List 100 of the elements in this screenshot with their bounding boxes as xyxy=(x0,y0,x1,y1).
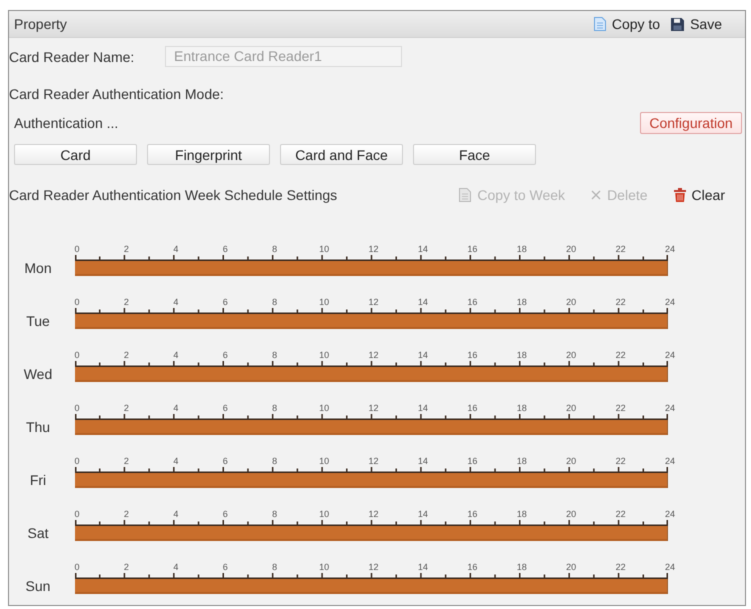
hour-label: 18 xyxy=(516,243,527,255)
hour-label: 12 xyxy=(368,508,378,520)
hour-label: 4 xyxy=(173,296,178,308)
hour-label: 2 xyxy=(124,561,129,573)
section-title: Card Reader Authentication Week Schedule Settings xyxy=(9,187,338,203)
hour-label: 4 xyxy=(173,455,178,467)
day-label: Mon xyxy=(23,260,53,276)
hour-label: 8 xyxy=(272,402,278,414)
mode-button[interactable]: Card xyxy=(14,144,137,165)
hour-label: 24 xyxy=(665,296,675,308)
hour-label: 10 xyxy=(319,349,330,361)
hour-label: 24 xyxy=(665,243,675,255)
mode-button[interactable]: Face xyxy=(413,144,536,165)
hour-label: 12 xyxy=(368,243,378,255)
hour-label: 16 xyxy=(467,561,478,573)
hour-label: 22 xyxy=(616,243,626,255)
hour-label: 10 xyxy=(319,561,330,573)
hour-label: 20 xyxy=(566,243,576,255)
hour-label: 0 xyxy=(74,349,80,361)
hour-label: 14 xyxy=(418,349,428,361)
save-button[interactable]: Save xyxy=(671,16,722,32)
hour-label: 8 xyxy=(272,508,278,520)
hour-label: 16 xyxy=(467,296,478,308)
hour-label: 22 xyxy=(616,455,626,467)
day-label: Fri xyxy=(28,472,48,488)
hour-label: 12 xyxy=(368,455,378,467)
hour-label: 14 xyxy=(418,296,428,308)
hour-label: 20 xyxy=(566,296,576,308)
hour-label: 6 xyxy=(222,561,228,573)
hour-label: 10 xyxy=(319,402,330,414)
day-label: Sat xyxy=(26,525,50,541)
configuration-button[interactable]: Configuration xyxy=(640,112,742,134)
hour-label: 4 xyxy=(173,402,178,414)
hour-label: 12 xyxy=(368,349,378,361)
hour-label: 24 xyxy=(665,349,675,361)
hour-label: 16 xyxy=(467,349,478,361)
hour-label: 8 xyxy=(272,296,278,308)
hour-label: 0 xyxy=(74,402,80,414)
hour-label: 22 xyxy=(616,508,626,520)
mode-button[interactable]: Fingerprint xyxy=(147,144,270,165)
hour-label: 6 xyxy=(222,296,228,308)
hour-label: 4 xyxy=(173,243,178,255)
hour-label: 20 xyxy=(566,508,576,520)
hour-label: 0 xyxy=(74,243,80,255)
hour-label: 2 xyxy=(124,508,129,520)
hour-label: 18 xyxy=(516,402,527,414)
day-label: Thu xyxy=(24,419,52,435)
section-label: Card Reader Authentication Mode: xyxy=(9,86,225,102)
hour-label: 24 xyxy=(665,508,675,520)
hour-label: 4 xyxy=(173,561,178,573)
hour-label: 10 xyxy=(319,243,330,255)
hour-label: 20 xyxy=(566,561,576,573)
hour-label: 14 xyxy=(418,455,428,467)
hour-label: 6 xyxy=(222,349,228,361)
hour-label: 10 xyxy=(319,296,330,308)
hour-label: 20 xyxy=(566,455,576,467)
panel-title: Property xyxy=(14,16,67,32)
hour-label: 18 xyxy=(516,508,527,520)
hour-label: 10 xyxy=(319,508,330,520)
hour-label: 6 xyxy=(222,508,228,520)
hour-label: 16 xyxy=(467,455,478,467)
hour-label: 20 xyxy=(566,349,576,361)
hour-label: 0 xyxy=(74,508,80,520)
hour-label: 24 xyxy=(665,402,675,414)
hour-label: 16 xyxy=(467,402,478,414)
hour-label: 2 xyxy=(124,296,129,308)
hour-label: 8 xyxy=(272,349,278,361)
hour-label: 14 xyxy=(418,243,428,255)
hour-label: 16 xyxy=(467,508,478,520)
copy-button[interactable]: Copy to xyxy=(594,16,660,32)
hour-label: 22 xyxy=(616,296,626,308)
field-label: Card Reader Name: xyxy=(9,48,136,64)
hour-label: 14 xyxy=(418,402,428,414)
hour-label: 2 xyxy=(124,243,129,255)
mode-button[interactable]: Card and Face xyxy=(280,144,403,165)
hour-label: 8 xyxy=(272,561,278,573)
hour-label: 10 xyxy=(319,455,330,467)
hour-label: 12 xyxy=(368,402,378,414)
hour-label: 2 xyxy=(124,455,129,467)
hour-label: 0 xyxy=(74,455,80,467)
day-label: Sun xyxy=(24,578,52,594)
clear-button[interactable]: Clear xyxy=(674,187,725,203)
hour-label: 6 xyxy=(222,455,228,467)
hour-label: 22 xyxy=(616,402,626,414)
hour-label: 12 xyxy=(368,296,378,308)
hour-label: 20 xyxy=(566,402,576,414)
authentication-summary: Authentication ... xyxy=(14,115,118,131)
document-icon xyxy=(459,188,472,202)
hour-label: 18 xyxy=(516,296,527,308)
cross-icon xyxy=(591,190,602,200)
day-label: Wed xyxy=(22,366,54,382)
hour-label: 14 xyxy=(418,561,428,573)
hour-label: 18 xyxy=(516,561,527,573)
hour-label: 18 xyxy=(516,455,527,467)
hour-label: 6 xyxy=(222,243,228,255)
trash-icon xyxy=(674,188,686,202)
day-label: Tue xyxy=(25,313,51,329)
hour-label: 22 xyxy=(616,349,626,361)
hour-label: 8 xyxy=(272,243,278,255)
hour-label: 24 xyxy=(665,561,675,573)
